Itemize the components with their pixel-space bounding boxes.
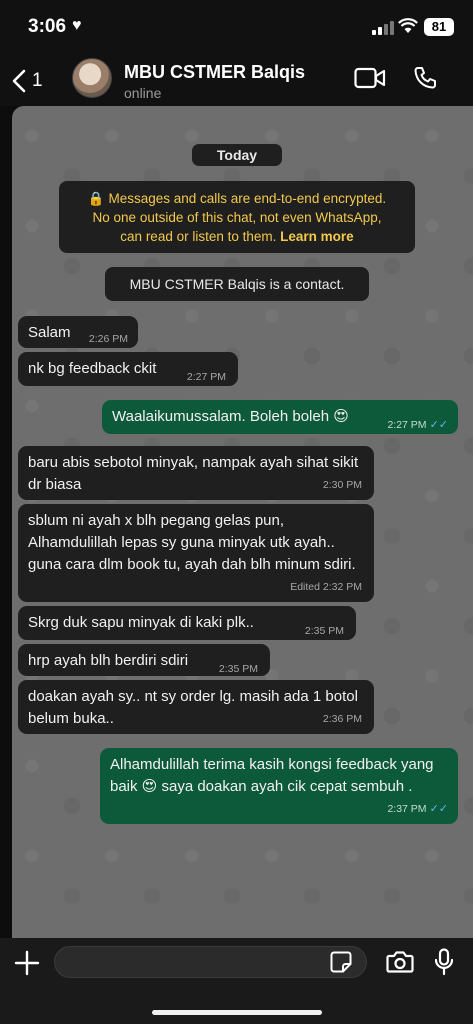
sticker-icon[interactable] — [330, 951, 352, 973]
message-bubble[interactable]: hrp ayah blh berdiri sdiri 2:35 PM — [18, 644, 270, 676]
message-time: 2:37 PM ✓✓ — [387, 798, 448, 820]
read-receipt-icon: ✓✓ — [429, 803, 448, 815]
message-time: 2:27 PM ✓✓ — [387, 414, 448, 436]
message-text: nk bg feedback ckit — [28, 360, 157, 377]
signal-icon — [372, 21, 394, 35]
encryption-line-2: No one outside of this chat, not even Wh… — [92, 210, 382, 225]
battery-icon: 81 — [424, 18, 454, 36]
microphone-icon[interactable] — [434, 948, 454, 976]
message-text: Salam — [28, 324, 71, 341]
message-bubble[interactable]: doakan ayah sy.. nt sy order lg. masih a… — [18, 680, 374, 734]
input-bar — [0, 938, 473, 1024]
message-text: Alhamdulillah terima kasih kongsi feedba… — [110, 756, 434, 795]
left-strip — [0, 106, 12, 938]
video-call-icon[interactable] — [354, 67, 386, 89]
message-text: sblum ni ayah x blh pegang gelas pun, Al… — [28, 512, 356, 573]
message-time: 2:36 PM — [322, 713, 362, 725]
message-time: 2:26 PM — [88, 333, 128, 345]
contact-notice: MBU CSTMER Balqis is a contact. — [105, 267, 369, 301]
contact-status: online — [124, 85, 162, 101]
message-time-label: 2:37 PM — [387, 803, 427, 815]
message-text: Skrg duk sapu minyak di kaki plk.. — [28, 614, 254, 631]
message-bubble[interactable]: Salam 2:26 PM — [18, 316, 138, 348]
heart-icon: ♥ — [72, 17, 82, 34]
message-text: baru abis sebotol minyak, nampak ayah si… — [28, 454, 359, 493]
message-time-label: 2:32 PM — [322, 581, 362, 593]
read-receipt-icon: ✓✓ — [429, 419, 448, 431]
phone-icon[interactable] — [413, 66, 437, 90]
contact-name[interactable]: MBU CSTMER Balqis — [124, 62, 305, 83]
encryption-notice[interactable]: 🔒 Messages and calls are end-to-end encr… — [59, 181, 415, 253]
status-time: 3:06 — [28, 16, 67, 37]
plus-icon[interactable] — [14, 950, 40, 976]
message-input[interactable] — [54, 946, 367, 978]
edited-label: Edited — [290, 581, 320, 593]
lock-icon: 🔒 — [87, 191, 105, 206]
message-bubble[interactable]: Waalaikumussalam. Boleh boleh 😍 2:27 PM ✓… — [102, 400, 458, 434]
message-bubble[interactable]: nk bg feedback ckit 2:27 PM — [18, 352, 238, 386]
message-bubble[interactable]: Skrg duk sapu minyak di kaki plk.. 2:35 … — [18, 606, 356, 640]
avatar[interactable] — [72, 58, 112, 98]
unread-count: 1 — [32, 70, 43, 91]
message-time-label: 2:27 PM — [387, 419, 427, 431]
message-bubble[interactable]: Alhamdulillah terima kasih kongsi feedba… — [100, 748, 458, 824]
message-time: 2:35 PM — [304, 625, 344, 637]
message-bubble[interactable]: sblum ni ayah x blh pegang gelas pun, Al… — [18, 504, 374, 602]
wifi-icon — [398, 18, 418, 33]
message-text: hrp ayah blh berdiri sdiri — [28, 652, 189, 669]
encryption-line-1: Messages and calls are end-to-end encryp… — [108, 191, 387, 206]
back-button[interactable]: 1 — [12, 64, 56, 98]
chat-header: 1 MBU CSTMER Balqis online — [0, 56, 473, 106]
chevron-left-icon — [12, 69, 26, 93]
message-bubble[interactable]: baru abis sebotol minyak, nampak ayah si… — [18, 446, 374, 500]
learn-more-link[interactable]: Learn more — [280, 229, 354, 244]
message-time: Edited 2:32 PM — [290, 576, 362, 598]
home-indicator — [152, 1010, 322, 1015]
message-time: 2:30 PM — [322, 479, 362, 491]
message-time: 2:35 PM — [218, 663, 258, 675]
message-time: 2:27 PM — [186, 371, 226, 383]
chat-area[interactable]: Today 🔒 Messages and calls are end-to-en… — [12, 106, 473, 938]
message-text: doakan ayah sy.. nt sy order lg. masih a… — [28, 688, 358, 727]
message-text: Waalaikumussalam. Boleh boleh 😍 — [112, 408, 349, 425]
camera-icon[interactable] — [386, 950, 414, 974]
encryption-line-3: can read or listen to them. — [120, 229, 277, 244]
date-separator: Today — [192, 144, 282, 166]
status-bar: 3:06 ♥ 81 — [0, 0, 473, 56]
